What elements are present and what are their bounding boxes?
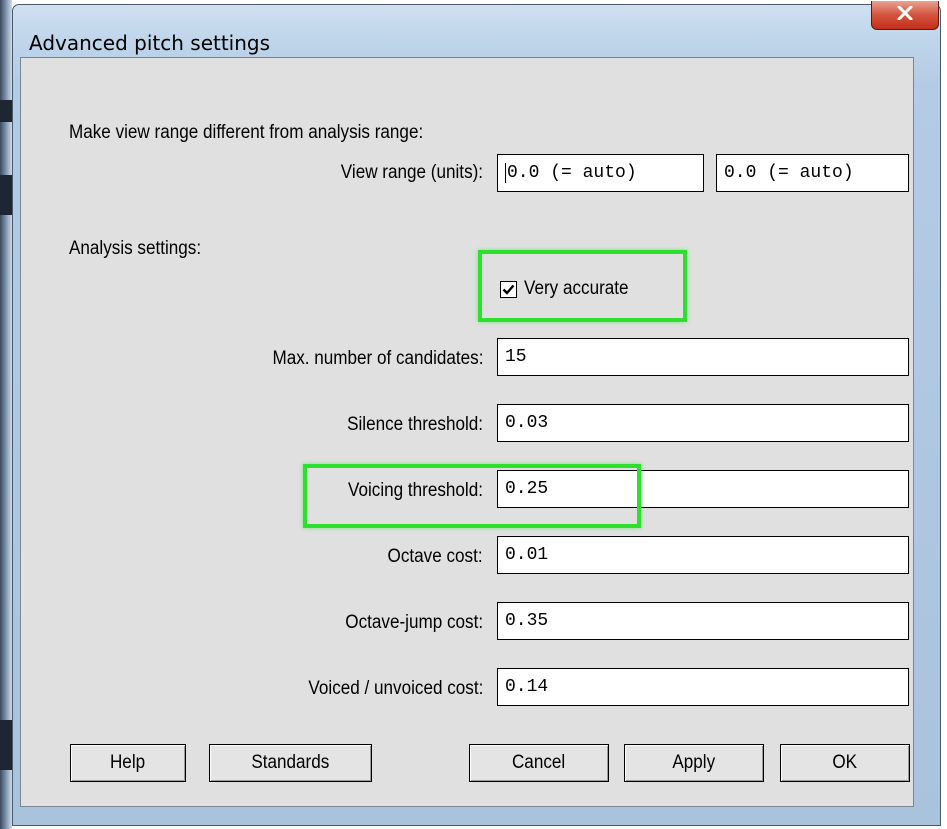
help-button[interactable]: Help — [70, 744, 186, 782]
silence-threshold-value: 0.03 — [505, 413, 549, 433]
voicing-threshold-highlight-box — [303, 464, 641, 528]
voiced-unvoiced-cost-value: 0.14 — [505, 677, 549, 697]
view-range-min-value: 0.0 (= auto) — [507, 163, 637, 183]
max-candidates-label: Max. number of candidates: — [271, 348, 483, 369]
standards-button[interactable]: Standards — [209, 744, 372, 782]
max-candidates-value: 15 — [505, 347, 527, 367]
octave-jump-cost-input[interactable]: 0.35 — [497, 602, 909, 640]
close-icon — [897, 5, 913, 25]
help-button-label: Help — [110, 752, 146, 773]
view-range-max-value: 0.0 (= auto) — [724, 163, 854, 183]
voiced-unvoiced-cost-label: Voiced / unvoiced cost: — [308, 678, 483, 699]
octave-cost-input[interactable]: 0.01 — [497, 536, 909, 574]
close-button[interactable] — [871, 1, 939, 30]
apply-button-label: Apply — [672, 752, 716, 773]
octave-jump-cost-label: Octave-jump cost: — [345, 612, 483, 633]
desktop-background-strip — [0, 0, 12, 829]
octave-cost-label: Octave cost: — [387, 546, 483, 567]
view-range-max-input[interactable]: 0.0 (= auto) — [716, 154, 909, 192]
view-range-section-label: Make view range different from analysis … — [69, 122, 424, 143]
analysis-section-label: Analysis settings: — [69, 238, 202, 259]
octave-cost-value: 0.01 — [505, 545, 549, 565]
view-range-label: View range (units): — [340, 162, 483, 183]
silence-threshold-input[interactable]: 0.03 — [497, 404, 909, 442]
standards-button-label: Standards — [251, 752, 330, 773]
max-candidates-input[interactable]: 15 — [497, 338, 909, 376]
cancel-button-label: Cancel — [512, 752, 566, 773]
silence-threshold-label: Silence threshold: — [347, 414, 483, 435]
very-accurate-highlight-box — [478, 250, 687, 322]
ok-button-label: OK — [832, 752, 858, 773]
octave-jump-cost-value: 0.35 — [505, 611, 549, 631]
voiced-unvoiced-cost-input[interactable]: 0.14 — [497, 668, 909, 706]
cancel-button[interactable]: Cancel — [469, 744, 609, 782]
view-range-min-input[interactable]: 0.0 (= auto) — [497, 154, 704, 192]
text-cursor — [505, 163, 506, 183]
apply-button[interactable]: Apply — [624, 744, 764, 782]
window-title: Advanced pitch settings — [29, 31, 271, 55]
ok-button[interactable]: OK — [780, 744, 910, 782]
